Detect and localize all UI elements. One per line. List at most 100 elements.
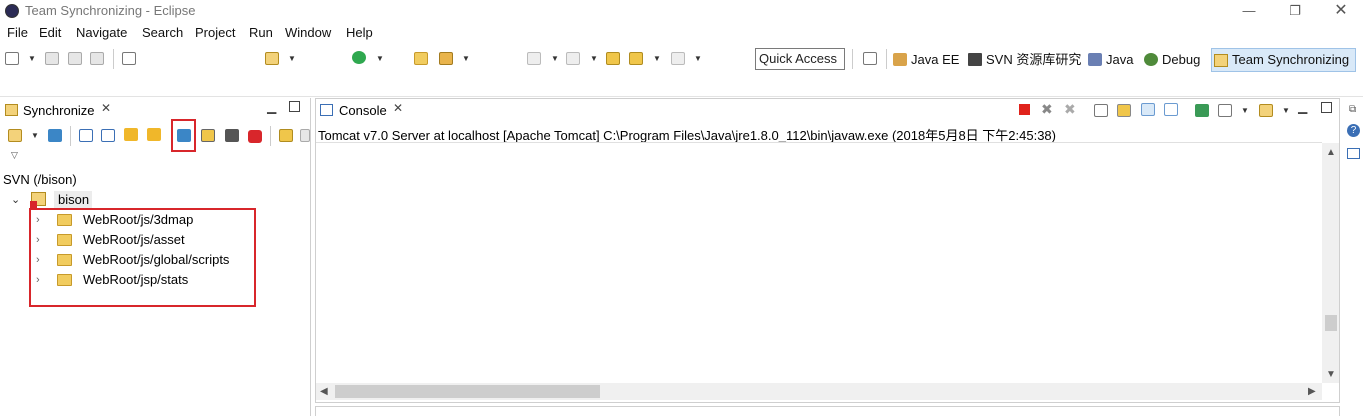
close-button[interactable]: ✕ — [1318, 0, 1363, 22]
minimize-view-icon[interactable]: ▁ — [267, 100, 276, 114]
perspective-svn[interactable]: SVN 资源库研究 — [966, 48, 1081, 72]
synchronize-dropdown-icon[interactable]: ▼ — [31, 131, 39, 140]
vertical-scrollbar[interactable] — [1322, 143, 1339, 383]
next-annotation-dropdown-icon[interactable]: ▼ — [551, 54, 559, 63]
window-title: Team Synchronizing - Eclipse — [25, 3, 196, 18]
forward-icon[interactable] — [671, 52, 685, 65]
both-mode-icon[interactable] — [225, 129, 239, 142]
maximize-view-icon[interactable] — [1321, 102, 1332, 113]
scroll-right-icon[interactable]: ▶ — [1308, 386, 1316, 397]
perspective-java[interactable]: Java — [1086, 48, 1133, 72]
perspective-team-synchronizing[interactable]: Team Synchronizing — [1211, 48, 1356, 72]
remove-launch-icon[interactable]: ✖ — [1041, 101, 1053, 118]
restore-icon[interactable]: ⧉ — [1349, 104, 1356, 115]
minimize-view-icon[interactable]: ▁ — [1298, 100, 1307, 114]
synchronize-action-icon[interactable] — [8, 129, 22, 142]
binary-icon[interactable] — [122, 52, 136, 65]
maximize-view-icon[interactable] — [289, 101, 300, 112]
open-folder-icon[interactable] — [414, 52, 428, 65]
toolbar-separator — [70, 126, 71, 146]
show-on-output-icon[interactable] — [1141, 103, 1155, 116]
java-ee-icon — [893, 53, 907, 66]
menu-file[interactable]: File — [7, 25, 28, 40]
last-edit-icon[interactable] — [606, 52, 620, 65]
pin-console-icon[interactable] — [1195, 104, 1209, 117]
update-all-icon[interactable] — [279, 129, 293, 142]
open-console-icon[interactable] — [1259, 104, 1273, 117]
scroll-left-icon[interactable]: ◀ — [320, 386, 328, 397]
new-icon[interactable] — [5, 52, 19, 65]
outgoing-mode-icon[interactable] — [201, 129, 215, 142]
menu-help[interactable]: Help — [346, 25, 373, 40]
save-icon[interactable] — [45, 52, 59, 65]
horizontal-scroll-thumb[interactable] — [335, 385, 600, 398]
team-sync-icon — [1214, 54, 1228, 67]
open-console-dropdown-icon[interactable]: ▼ — [1282, 106, 1290, 115]
next-difference-icon[interactable] — [124, 128, 138, 141]
conflicts-mode-icon[interactable] — [248, 130, 262, 143]
console-tab-label[interactable]: Console — [339, 103, 387, 118]
back-icon[interactable] — [629, 52, 643, 65]
toolbar-separator — [113, 49, 114, 69]
pin-dropdown-icon[interactable]: ▼ — [462, 54, 470, 63]
chevron-down-icon[interactable]: ⌄ — [11, 193, 20, 206]
menu-run[interactable]: Run — [249, 25, 273, 40]
previous-difference-icon[interactable] — [147, 128, 161, 141]
vertical-scroll-thumb[interactable] — [1325, 315, 1337, 331]
toolbar-separator — [270, 126, 271, 146]
clear-console-icon[interactable] — [1094, 104, 1108, 117]
remove-all-launches-icon[interactable]: ✖ — [1064, 101, 1076, 118]
expand-all-icon[interactable] — [79, 129, 93, 142]
perspective-debug[interactable]: Debug — [1142, 48, 1200, 72]
scroll-down-icon[interactable]: ▼ — [1326, 369, 1336, 380]
synchronize-tab-label: Synchronize — [23, 103, 95, 118]
menu-edit[interactable]: Edit — [39, 25, 61, 40]
restore-button[interactable]: ❐ — [1272, 0, 1318, 22]
menu-navigate[interactable]: Navigate — [76, 25, 127, 40]
console-tab-close-icon[interactable]: ✕ — [393, 101, 403, 115]
view-menu-icon[interactable]: ▽ — [11, 150, 18, 161]
repository-label: SVN (/bison) — [3, 172, 77, 187]
conflict-badge-icon — [30, 201, 37, 208]
new-dropdown-icon[interactable]: ▼ — [28, 54, 36, 63]
prev-annotation-icon[interactable] — [566, 52, 580, 65]
save-all-icon[interactable] — [68, 52, 82, 65]
title-bar — [0, 0, 1363, 22]
show-on-error-icon[interactable] — [1164, 103, 1178, 116]
back-dropdown-icon[interactable]: ▼ — [653, 54, 661, 63]
svn-icon — [968, 53, 982, 66]
run-icon[interactable] — [352, 51, 366, 64]
scroll-up-icon[interactable]: ▲ — [1326, 147, 1336, 158]
pin-icon[interactable] — [439, 52, 453, 65]
minimize-button[interactable]: — — [1226, 0, 1272, 22]
synchronize-tab-close-icon[interactable]: ✕ — [101, 101, 111, 115]
perspective-java-ee[interactable]: Java EE — [891, 48, 959, 72]
open-perspective-icon[interactable] — [863, 52, 877, 65]
help-icon[interactable]: ? — [1347, 124, 1360, 137]
run-dropdown-icon[interactable]: ▼ — [376, 54, 384, 63]
menu-window[interactable]: Window — [285, 25, 331, 40]
menu-bar: File Edit Navigate Search Project Run Wi… — [0, 22, 1363, 42]
menu-project[interactable]: Project — [195, 25, 235, 40]
sync-dropdown-icon[interactable]: ▼ — [288, 54, 296, 63]
terminate-icon[interactable] — [1019, 104, 1030, 115]
menu-search[interactable]: Search — [142, 25, 183, 40]
quick-access-input[interactable]: Quick Access — [755, 48, 845, 70]
pin-view-icon[interactable] — [48, 129, 62, 142]
synchronize-icon — [5, 104, 18, 116]
eclipse-logo-icon — [5, 4, 19, 18]
sync-perspective-icon[interactable] — [265, 52, 279, 65]
outline-icon[interactable] — [1347, 148, 1360, 159]
scroll-lock-icon[interactable] — [1117, 104, 1131, 117]
prev-annotation-dropdown-icon[interactable]: ▼ — [590, 54, 598, 63]
debug-icon — [1144, 53, 1158, 66]
display-console-dropdown-icon[interactable]: ▼ — [1241, 106, 1249, 115]
console-icon — [320, 104, 333, 116]
display-console-icon[interactable] — [1218, 104, 1232, 117]
commit-all-icon[interactable] — [300, 129, 310, 142]
print-icon[interactable] — [90, 52, 104, 65]
tree-root[interactable]: bison — [54, 191, 92, 208]
collapse-all-icon[interactable] — [101, 129, 115, 142]
forward-dropdown-icon[interactable]: ▼ — [694, 54, 702, 63]
next-annotation-icon[interactable] — [527, 52, 541, 65]
